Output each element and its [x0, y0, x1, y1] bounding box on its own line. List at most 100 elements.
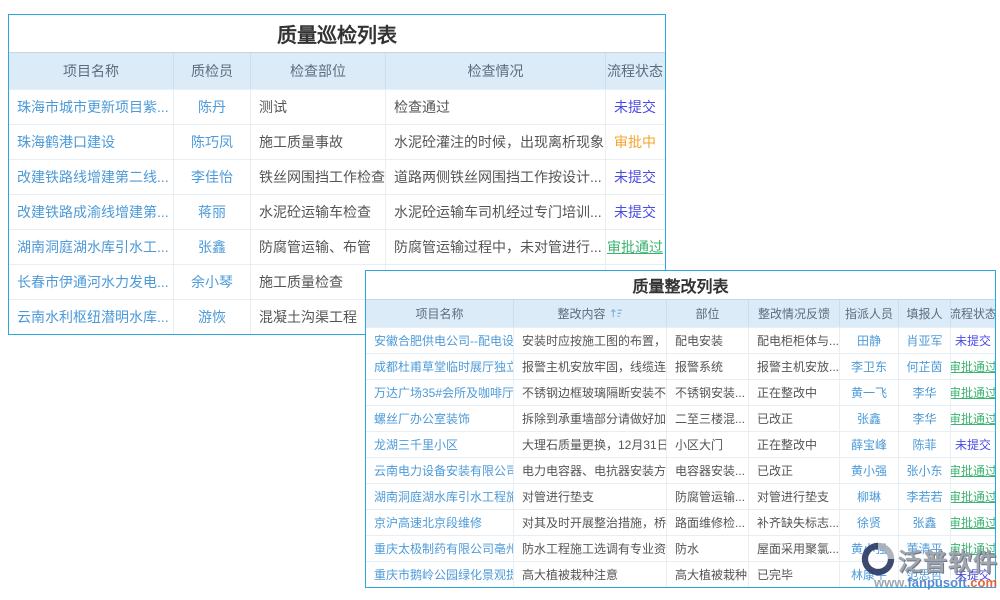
reporter-name-link[interactable]: 李华: [912, 384, 936, 401]
process-status-text[interactable]: 审批通过: [951, 488, 995, 505]
project-name-link[interactable]: 云南电力设备安装有限公司20...: [374, 462, 514, 479]
reporter-name-link[interactable]: 张鑫: [912, 514, 936, 531]
cell-rectify-feedback: 补齐缺失标志...: [749, 510, 840, 535]
project-name-link[interactable]: 长春市伊通河水力发电...: [17, 272, 169, 292]
process-status-text[interactable]: 审批通过: [607, 237, 663, 257]
inspector-name-link[interactable]: 张鑫: [198, 237, 226, 257]
project-name-link[interactable]: 重庆市鹅岭公园绿化景观提升...: [374, 566, 514, 583]
project-name-link[interactable]: 改建铁路成渝线增建第...: [17, 202, 169, 222]
inspection-part-text: 铁丝网围挡工作检查: [259, 167, 385, 187]
process-status-text[interactable]: 审批通过: [951, 540, 995, 557]
rectification-header-cell: 整改情况反馈: [749, 300, 840, 327]
cell-inspection-situation: 水泥砼灌注的时候，出现离析现象: [386, 125, 606, 159]
cell-assignee-name: 柳琳: [840, 484, 899, 509]
cell-inspector-name: 游恢: [174, 300, 251, 334]
project-name-link[interactable]: 螺丝厂办公室装饰: [374, 410, 470, 427]
reporter-name-link[interactable]: 肖亚军: [906, 332, 942, 349]
project-name-link[interactable]: 云南水利枢纽潜明水库...: [17, 307, 169, 327]
cell-process-status: 未提交: [951, 328, 995, 353]
process-status-text[interactable]: 审批通过: [951, 410, 995, 427]
rectify-feedback-text: 正在整改中: [757, 436, 817, 453]
process-status-text[interactable]: 审批通过: [951, 514, 995, 531]
inspector-name-link[interactable]: 蒋丽: [198, 202, 226, 222]
project-name-link[interactable]: 湖南洞庭湖水库引水工程施工标: [374, 488, 514, 505]
sort-ascending-icon[interactable]: [610, 308, 623, 319]
cell-project-name: 重庆市鹅岭公园绿化景观提升...: [366, 562, 514, 587]
cell-rectify-part: 报警系统: [667, 354, 749, 379]
rectification-header-cell[interactable]: 整改内容: [514, 300, 667, 327]
inspector-name-link[interactable]: 游恢: [198, 307, 226, 327]
inspector-name-link[interactable]: 陈巧凤: [191, 132, 233, 152]
cell-project-name: 珠海市城市更新项目紫...: [9, 90, 174, 124]
project-name-link[interactable]: 万达广场35#会所及咖啡厅空...: [374, 384, 514, 401]
reporter-name-link[interactable]: 范思哲: [906, 566, 942, 583]
rectification-header-label: 部位: [695, 305, 719, 322]
cell-rectify-part: 二至三楼混...: [667, 406, 749, 431]
reporter-name-link[interactable]: 何芷茵: [906, 358, 942, 375]
project-name-link[interactable]: 京沪高速北京段维修: [374, 514, 482, 531]
page: 质量巡检列表 项目名称质检员检查部位检查情况流程状态 珠海市城市更新项目紫...…: [0, 0, 1000, 600]
cell-process-status: 审批通过: [951, 380, 995, 405]
assignee-name-link[interactable]: 李卫东: [851, 358, 887, 375]
assignee-name-link[interactable]: 张鑫: [857, 410, 881, 427]
inspection-header-cell: 检查情况: [386, 53, 606, 89]
cell-project-name: 成都杜甫草堂临时展厅独立展...: [366, 354, 514, 379]
rectify-feedback-text: 对管进行垫支: [757, 488, 829, 505]
reporter-name-link[interactable]: 张小东: [906, 462, 942, 479]
inspection-situation-text: 水泥砼运输车司机经过专门培训...: [394, 202, 602, 222]
reporter-name-link[interactable]: 李华: [912, 410, 936, 427]
inspection-table-title: 质量巡检列表: [9, 15, 665, 53]
rectification-header-cell: 项目名称: [366, 300, 514, 327]
assignee-name-link[interactable]: 田静: [857, 332, 881, 349]
inspector-name-link[interactable]: 余小琴: [191, 272, 233, 292]
process-status-text[interactable]: 审批通过: [951, 358, 995, 375]
cell-inspection-part: 铁丝网围挡工作检查: [251, 160, 386, 194]
project-name-link[interactable]: 珠海市城市更新项目紫...: [17, 97, 169, 117]
reporter-name-link[interactable]: 陈菲: [912, 436, 936, 453]
cell-process-status: 审批中: [606, 125, 664, 159]
cell-inspector-name: 陈巧凤: [174, 125, 251, 159]
cell-project-name: 云南电力设备安装有限公司20...: [366, 458, 514, 483]
assignee-name-link[interactable]: 黄小强: [851, 540, 887, 557]
assignee-name-link[interactable]: 柳琳: [857, 488, 881, 505]
process-status-text[interactable]: 审批通过: [951, 462, 995, 479]
cell-rectify-content: 大理石质量更换，12月31日之...: [514, 432, 667, 457]
project-name-link[interactable]: 成都杜甫草堂临时展厅独立展...: [374, 358, 514, 375]
rectification-header-label: 整改情况反馈: [758, 305, 830, 322]
project-name-link[interactable]: 龙湖三千里小区: [374, 436, 458, 453]
cell-project-name: 京沪高速北京段维修: [366, 510, 514, 535]
assignee-name-link[interactable]: 薛宝峰: [851, 436, 887, 453]
rectification-table-row: 安徽合肥供电公司--配电设备...安装时应按施工图的布置，将...配电安装配电柜…: [366, 327, 995, 353]
cell-project-name: 长春市伊通河水力发电...: [9, 265, 174, 299]
rectification-header-label: 整改内容: [557, 305, 605, 322]
project-name-link[interactable]: 改建铁路线增建第二线...: [17, 167, 169, 187]
cell-process-status: 未提交: [606, 195, 664, 229]
assignee-name-link[interactable]: 黄一飞: [851, 384, 887, 401]
inspection-table-row: 改建铁路线增建第二线... 李佳怡 铁丝网围挡工作检查道路两侧铁丝网围挡工作按设计.…: [9, 159, 665, 194]
process-status-text[interactable]: 审批通过: [951, 384, 995, 401]
project-name-link[interactable]: 重庆太极制药有限公司亳州中...: [374, 540, 514, 557]
inspection-header-cell: 检查部位: [251, 53, 386, 89]
project-name-link[interactable]: 珠海鹤港口建设: [17, 132, 115, 152]
cell-rectify-part: 小区大门: [667, 432, 749, 457]
assignee-name-link[interactable]: 黄小强: [851, 462, 887, 479]
inspection-part-text: 防腐管运输、布管: [259, 237, 371, 257]
assignee-name-link[interactable]: 林康平: [851, 566, 887, 583]
inspector-name-link[interactable]: 陈丹: [198, 97, 226, 117]
assignee-name-link[interactable]: 徐贤: [857, 514, 881, 531]
inspection-table-row: 改建铁路成渝线增建第...蒋丽水泥砼运输车检查水泥砼运输车司机经过专门培训...…: [9, 194, 665, 229]
rectification-table-row: 龙湖三千里小区 大理石质量更换，12月31日之...小区大门正在整改中 薛宝峰 陈菲未…: [366, 431, 995, 457]
inspector-name-link[interactable]: 李佳怡: [191, 167, 233, 187]
reporter-name-link[interactable]: 董清平: [906, 540, 942, 557]
project-name-link[interactable]: 湖南洞庭湖水库引水工...: [17, 237, 169, 257]
cell-inspection-part: 测试: [251, 90, 386, 124]
cell-project-name: 改建铁路线增建第二线...: [9, 160, 174, 194]
cell-rectify-content: 电力电容器、电抗器安装方案,...: [514, 458, 667, 483]
rectification-table-row: 重庆太极制药有限公司亳州中...防水工程施工选调有专业资质...防水屋面采用聚氯…: [366, 535, 995, 561]
cell-rectify-feedback: 对管进行垫支: [749, 484, 840, 509]
reporter-name-link[interactable]: 李若若: [906, 488, 942, 505]
cell-process-status: 未提交: [951, 432, 995, 457]
cell-rectify-feedback: 报警主机安放...: [749, 354, 840, 379]
cell-inspection-situation: 道路两侧铁丝网围挡工作按设计...: [386, 160, 606, 194]
project-name-link[interactable]: 安徽合肥供电公司--配电设备...: [374, 332, 514, 349]
